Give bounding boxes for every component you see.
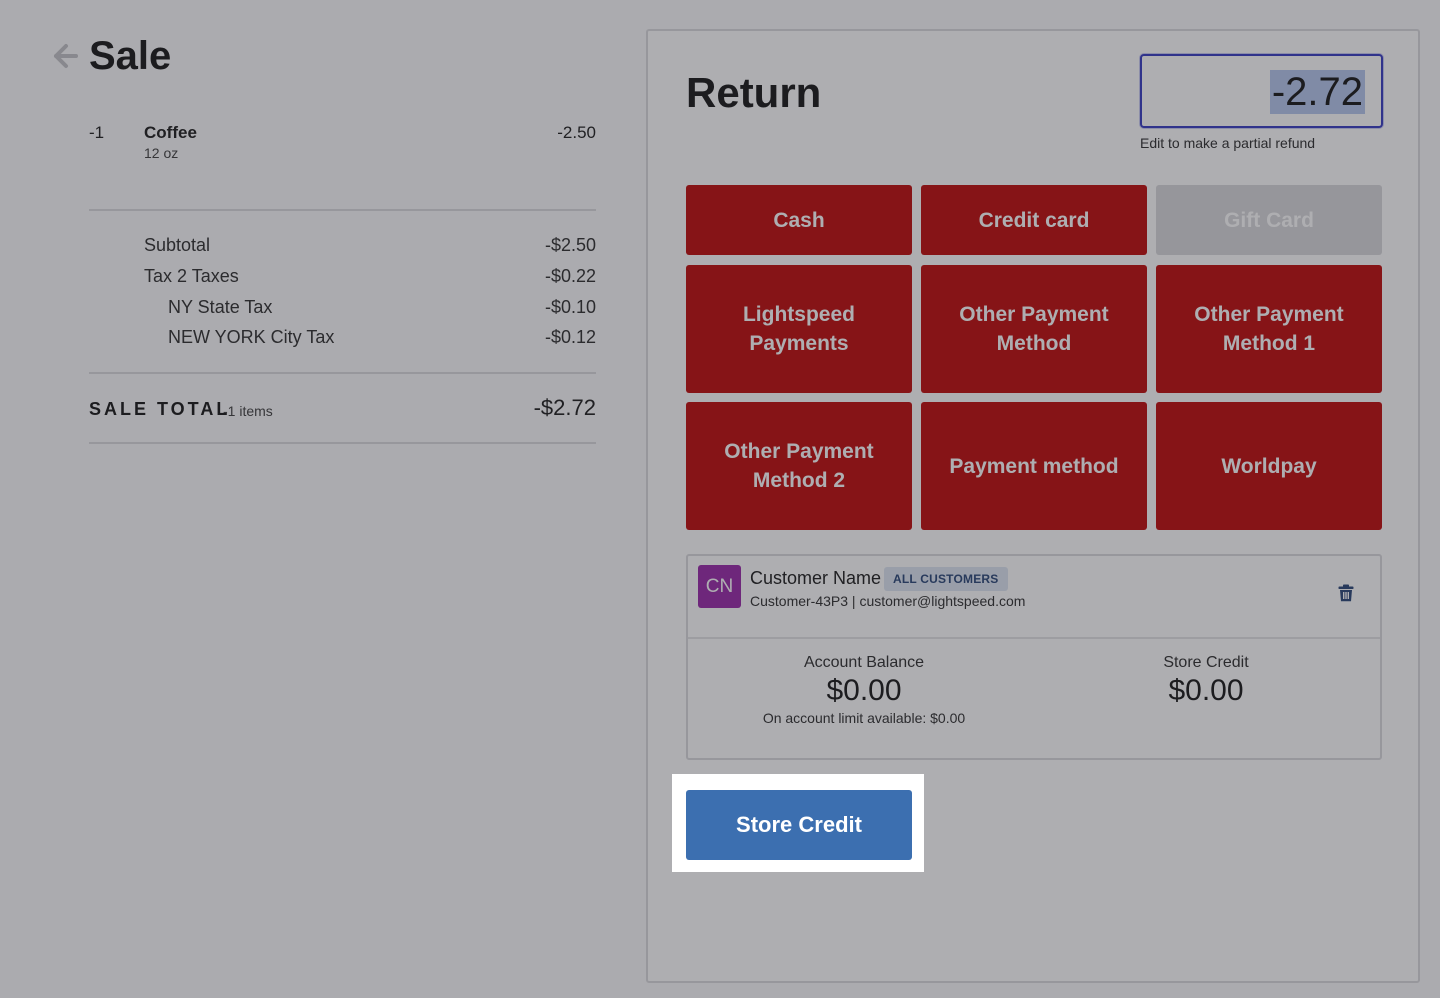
refund-amount-field[interactable]: -2.72	[1140, 54, 1383, 128]
subtotal-label: Subtotal	[144, 235, 211, 255]
return-panel: Return -2.72 Edit to make a partial refu…	[646, 29, 1420, 983]
payment-button-label: Other Payment Method 1	[1194, 303, 1344, 355]
divider	[688, 637, 1380, 639]
divider	[89, 209, 596, 211]
line-item-quantity: -1	[89, 123, 105, 142]
customer-card: CN Customer Name ALL CUSTOMERS Customer-…	[686, 554, 1382, 760]
tax-detail-row: NEW YORK City Tax -$0.12	[89, 327, 596, 353]
payment-button-label: Payment method	[949, 454, 1119, 478]
tax-detail-label: NY State Tax	[168, 297, 273, 317]
store-credit-button[interactable]: Store Credit	[686, 790, 912, 860]
tax-detail-value: -$0.12	[544, 327, 596, 347]
refund-amount-value[interactable]: -2.72	[1269, 70, 1365, 114]
payment-button-label: Gift Card	[1224, 208, 1314, 232]
line-item-variant: 12 oz	[144, 145, 179, 161]
sale-total-label: SALE TOTAL	[89, 399, 231, 419]
payment-button-worldpay[interactable]: Worldpay	[1156, 402, 1382, 530]
tax-value: -$0.22	[544, 266, 596, 286]
payment-button-credit-card[interactable]: Credit card	[921, 185, 1147, 255]
page-title: Sale	[89, 34, 172, 78]
refund-amount-hint: Edit to make a partial refund	[1140, 135, 1316, 151]
payment-button-cash[interactable]: Cash	[686, 185, 912, 255]
account-balance-label: Account Balance	[803, 654, 925, 671]
divider	[89, 372, 596, 374]
account-balance-value: $0.00	[826, 674, 902, 707]
line-item-name: Coffee	[144, 123, 197, 142]
line-item-price: -2.50	[557, 123, 596, 142]
payment-button-other-payment-method[interactable]: Other Payment Method	[921, 265, 1147, 393]
account-balance-block: Account Balance $0.00 On account limit a…	[742, 654, 986, 726]
tax-detail-value: -$0.10	[544, 297, 596, 317]
sale-total-items: -1 items	[223, 403, 273, 419]
back-arrow-icon[interactable]	[48, 40, 80, 72]
sale-total-row: SALE TOTAL -1 items -$2.72	[89, 395, 596, 425]
payment-button-payment-method[interactable]: Payment method	[921, 402, 1147, 530]
tax-label: Tax 2 Taxes	[144, 266, 239, 286]
customer-meta: Customer-43P3 | customer@lightspeed.com	[750, 593, 1026, 609]
subtotal-value: -$2.50	[544, 235, 596, 255]
store-credit-label: Store Credit	[1163, 654, 1249, 671]
line-item-row[interactable]: -1 Coffee 12 oz -2.50	[89, 121, 596, 165]
tax-row: Tax 2 Taxes -$0.22	[89, 266, 596, 292]
customer-name[interactable]: Customer Name	[750, 568, 881, 589]
tax-detail-row: NY State Tax -$0.10	[89, 297, 596, 323]
payment-button-label: Worldpay	[1221, 454, 1317, 478]
payment-button-other-payment-method-1[interactable]: Other Payment Method 1	[1156, 265, 1382, 393]
payment-button-label: Other Payment Method	[959, 303, 1109, 355]
customer-group-badge: ALL CUSTOMERS	[884, 567, 1008, 591]
payment-button-other-payment-method-2[interactable]: Other Payment Method 2	[686, 402, 912, 530]
payment-button-label: Credit card	[978, 208, 1090, 232]
sale-total-value: -$2.72	[533, 395, 596, 420]
return-title: Return	[686, 69, 822, 116]
account-limit-note: On account limit available: $0.00	[762, 710, 966, 726]
payment-button-label: Lightspeed Payments	[742, 303, 855, 355]
customer-avatar: CN	[698, 565, 741, 608]
divider	[89, 442, 596, 444]
payment-button-lightspeed-payments[interactable]: Lightspeed Payments	[686, 265, 912, 393]
payment-button-label: Cash	[773, 208, 825, 232]
payment-button-gift-card: Gift Card	[1156, 185, 1382, 255]
store-credit-value: $0.00	[1168, 674, 1244, 707]
subtotal-row: Subtotal -$2.50	[89, 235, 596, 261]
tax-detail-label: NEW YORK City Tax	[168, 327, 335, 347]
payment-button-label: Other Payment Method 2	[724, 440, 874, 492]
store-credit-block: Store Credit $0.00	[1108, 654, 1304, 708]
trash-icon[interactable]	[1338, 584, 1354, 602]
